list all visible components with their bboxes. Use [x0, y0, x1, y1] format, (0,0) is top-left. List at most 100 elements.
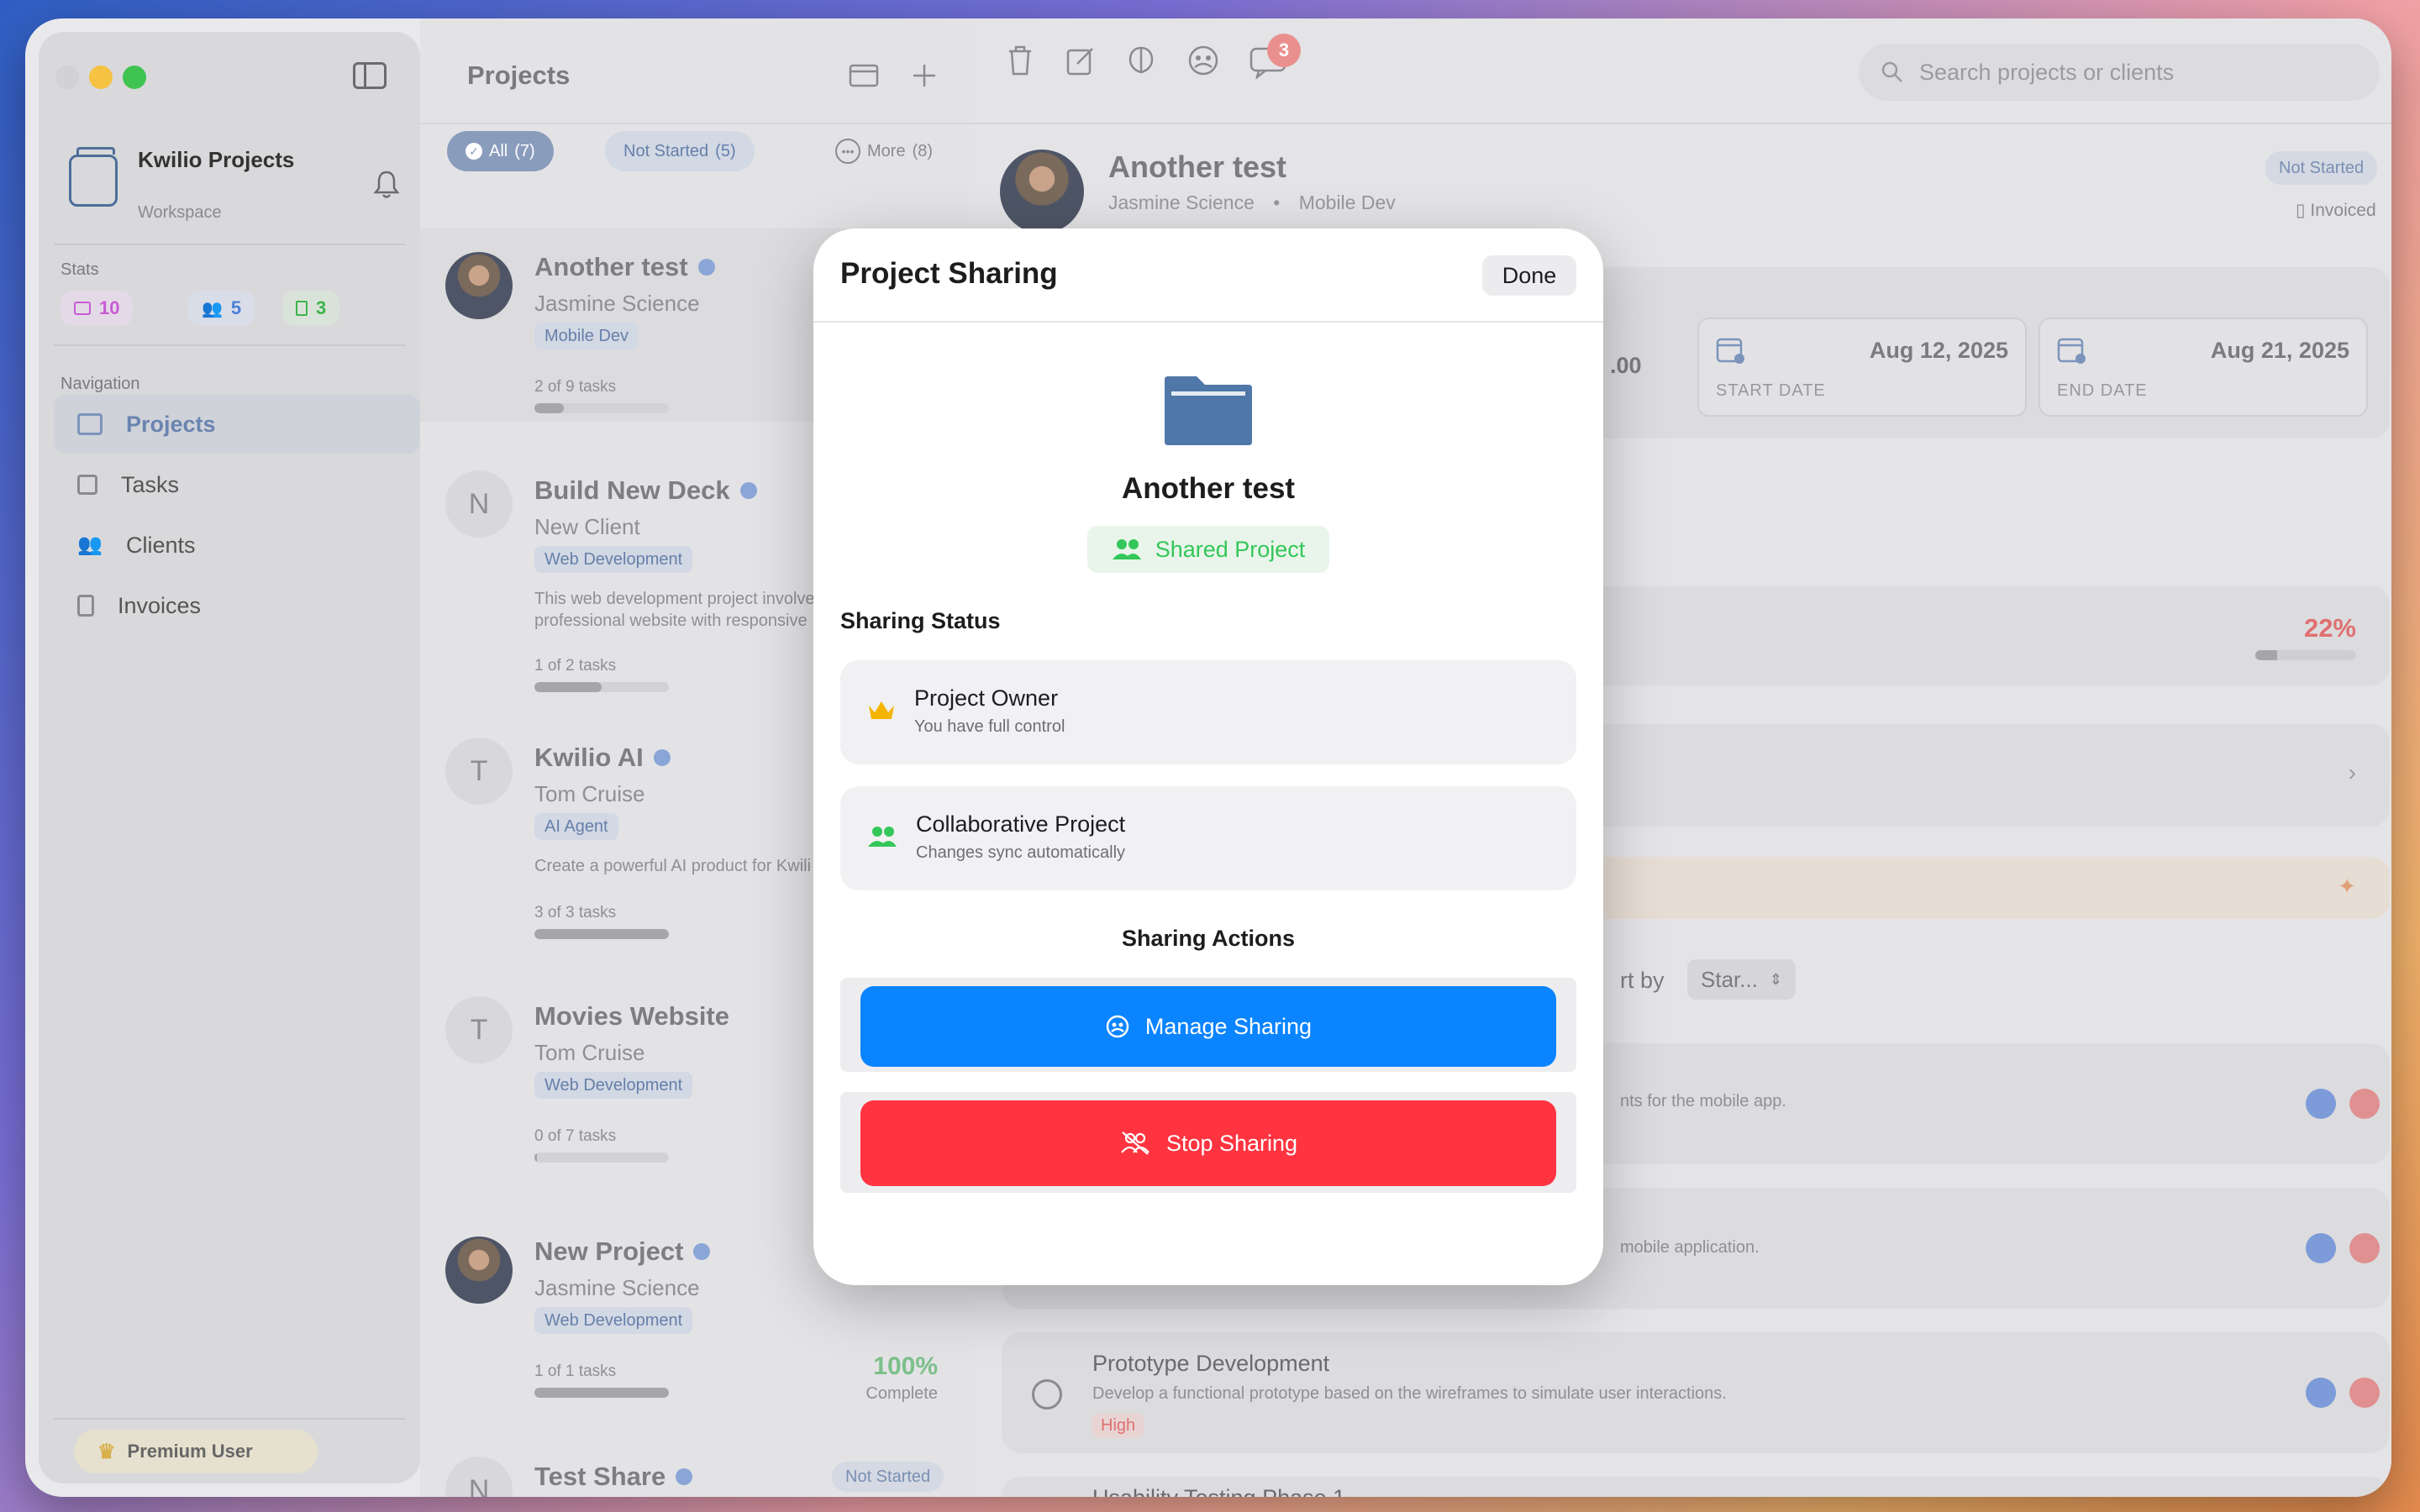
task-checkbox[interactable]: [1032, 1379, 1062, 1410]
sidebar-item-tasks[interactable]: Tasks: [54, 455, 420, 514]
avatar: N: [445, 470, 513, 538]
progress-fill: [2255, 650, 2278, 660]
edit-icon[interactable]: [1065, 44, 1096, 77]
done-button[interactable]: Done: [1482, 255, 1576, 296]
zoom-window-button[interactable]: [123, 66, 146, 89]
search-input[interactable]: Search projects or clients: [1859, 44, 2380, 101]
project-name-text: Movies Website: [534, 1001, 730, 1031]
crown-icon: [869, 701, 894, 719]
sidebar-toggle-icon[interactable]: [353, 62, 387, 89]
card-view-icon[interactable]: [849, 62, 879, 89]
filter-not-started[interactable]: Not Started (5): [605, 131, 755, 171]
close-window-button[interactable]: [55, 66, 79, 89]
project-name: Movies Website: [534, 1001, 729, 1032]
chevron-up-down-icon: ⇕: [1769, 970, 1783, 988]
people-icon: [1112, 539, 1141, 559]
sidebar: Kwilio Projects Workspace Stats 10 👥 5 3…: [39, 32, 420, 1483]
start-date-card[interactable]: Aug 12, 2025 START DATE: [1697, 318, 2027, 417]
list-item[interactable]: N Test Share Not Started: [420, 1438, 971, 1497]
progress-bar: [534, 403, 669, 413]
collaborators-icon: [1106, 1015, 1129, 1038]
project-tag: AI Agent: [534, 813, 618, 840]
filter-more-label: More: [867, 141, 906, 160]
stop-sharing-container: Stop Sharing: [840, 1092, 1576, 1193]
trash-icon[interactable]: [1005, 44, 1035, 77]
project-name: Build New Deck: [534, 475, 757, 506]
shared-icon: [653, 749, 671, 766]
filter-more-count: (8): [912, 141, 934, 160]
detail-category: Mobile Dev: [1298, 192, 1396, 213]
sort-select[interactable]: Star... ⇕: [1687, 959, 1797, 1000]
search-icon: [1881, 61, 1902, 82]
bell-icon[interactable]: [373, 170, 400, 200]
chevron-right-icon: ›: [2348, 759, 2356, 785]
manage-sharing-button[interactable]: Manage Sharing: [860, 986, 1556, 1067]
sidebar-item-clients[interactable]: 👥 Clients: [54, 516, 420, 575]
stop-sharing-button[interactable]: Stop Sharing: [860, 1100, 1556, 1186]
progress-bar: [534, 682, 669, 692]
avatar: T: [445, 738, 513, 805]
edit-task-icon[interactable]: [2306, 1089, 2336, 1119]
shared-project-label: Shared Project: [1155, 536, 1306, 562]
filter-more[interactable]: ••• More (8): [817, 131, 951, 171]
sort-label: rt by: [1620, 968, 1665, 993]
delete-task-icon[interactable]: [2349, 1378, 2380, 1408]
sidebar-item-invoices[interactable]: Invoices: [54, 576, 420, 635]
separator: •: [1273, 192, 1281, 213]
toolbar-divider: [971, 123, 2391, 124]
stat-invoices-value: 3: [316, 297, 327, 318]
delete-task-icon[interactable]: [2349, 1233, 2380, 1263]
people-icon: [868, 827, 897, 847]
calendar-icon: [1716, 338, 1744, 364]
project-tag: Web Development: [534, 546, 693, 573]
sidebar-item-label: Tasks: [121, 471, 180, 497]
sidebar-divider: [54, 244, 405, 245]
project-client: Tom Cruise: [534, 781, 645, 806]
shared-project-badge: Shared Project: [1087, 526, 1329, 573]
project-tasks: 2 of 9 tasks: [534, 378, 617, 396]
filter-all[interactable]: ✓ All (7): [447, 131, 554, 171]
detail-subtitle: Jasmine Science • Mobile Dev: [1108, 192, 1396, 214]
shared-icon: [739, 482, 757, 499]
manage-sharing-container: Manage Sharing: [840, 978, 1576, 1072]
list-title: Projects: [467, 60, 571, 90]
project-client: New Client: [534, 514, 640, 539]
priority-badge: High: [1092, 1413, 1144, 1438]
stats-label: Stats: [60, 260, 99, 279]
premium-badge[interactable]: ♛ Premium User: [74, 1430, 318, 1473]
manage-sharing-label: Manage Sharing: [1144, 1013, 1313, 1039]
sidebar-divider: [54, 1418, 405, 1420]
table-row[interactable]: Prototype Development Develop a function…: [1002, 1332, 2390, 1453]
filter-not-started-label: Not Started: [623, 141, 709, 160]
modal-header: Project Sharing Done: [813, 228, 1603, 323]
project-name: Kwilio AI: [534, 743, 671, 773]
sidebar-item-label: Invoices: [118, 592, 202, 618]
plus-icon[interactable]: [909, 62, 939, 89]
folder-icon: [1165, 376, 1252, 445]
status-badge[interactable]: Not Started: [2265, 151, 2378, 185]
minimize-window-button[interactable]: [89, 66, 113, 89]
stat-projects: 10: [60, 291, 134, 326]
project-tag: Web Development: [534, 1307, 693, 1334]
people-icon: 👥: [202, 299, 223, 318]
collaborators-icon[interactable]: [1186, 44, 1220, 77]
progress-fill: [534, 403, 565, 413]
stop-sharing-label: Stop Sharing: [1165, 1130, 1298, 1156]
project-percent-label: Complete: [865, 1384, 938, 1403]
end-date-card[interactable]: Aug 21, 2025 END DATE: [2039, 318, 2368, 417]
project-tasks: 1 of 2 tasks: [534, 657, 617, 675]
project-sharing-modal: Project Sharing Done Another test Shared…: [813, 228, 1603, 1285]
project-name-text: Kwilio AI: [534, 743, 644, 772]
edit-task-icon[interactable]: [2306, 1233, 2336, 1263]
project-tasks: 3 of 3 tasks: [534, 904, 617, 921]
ellipsis-icon: •••: [835, 139, 860, 164]
progress-fill: [534, 682, 602, 692]
brain-icon[interactable]: [1126, 44, 1156, 77]
workspace-logo-icon: [69, 147, 118, 207]
edit-task-icon[interactable]: [2306, 1378, 2336, 1408]
sidebar-item-projects[interactable]: Projects: [54, 395, 420, 454]
delete-task-icon[interactable]: [2349, 1089, 2380, 1119]
task-title: Prototype Development: [1092, 1351, 1330, 1376]
search-placeholder: Search projects or clients: [1919, 59, 2175, 85]
table-row[interactable]: Usability Testing Phase 1: [1002, 1477, 2390, 1497]
